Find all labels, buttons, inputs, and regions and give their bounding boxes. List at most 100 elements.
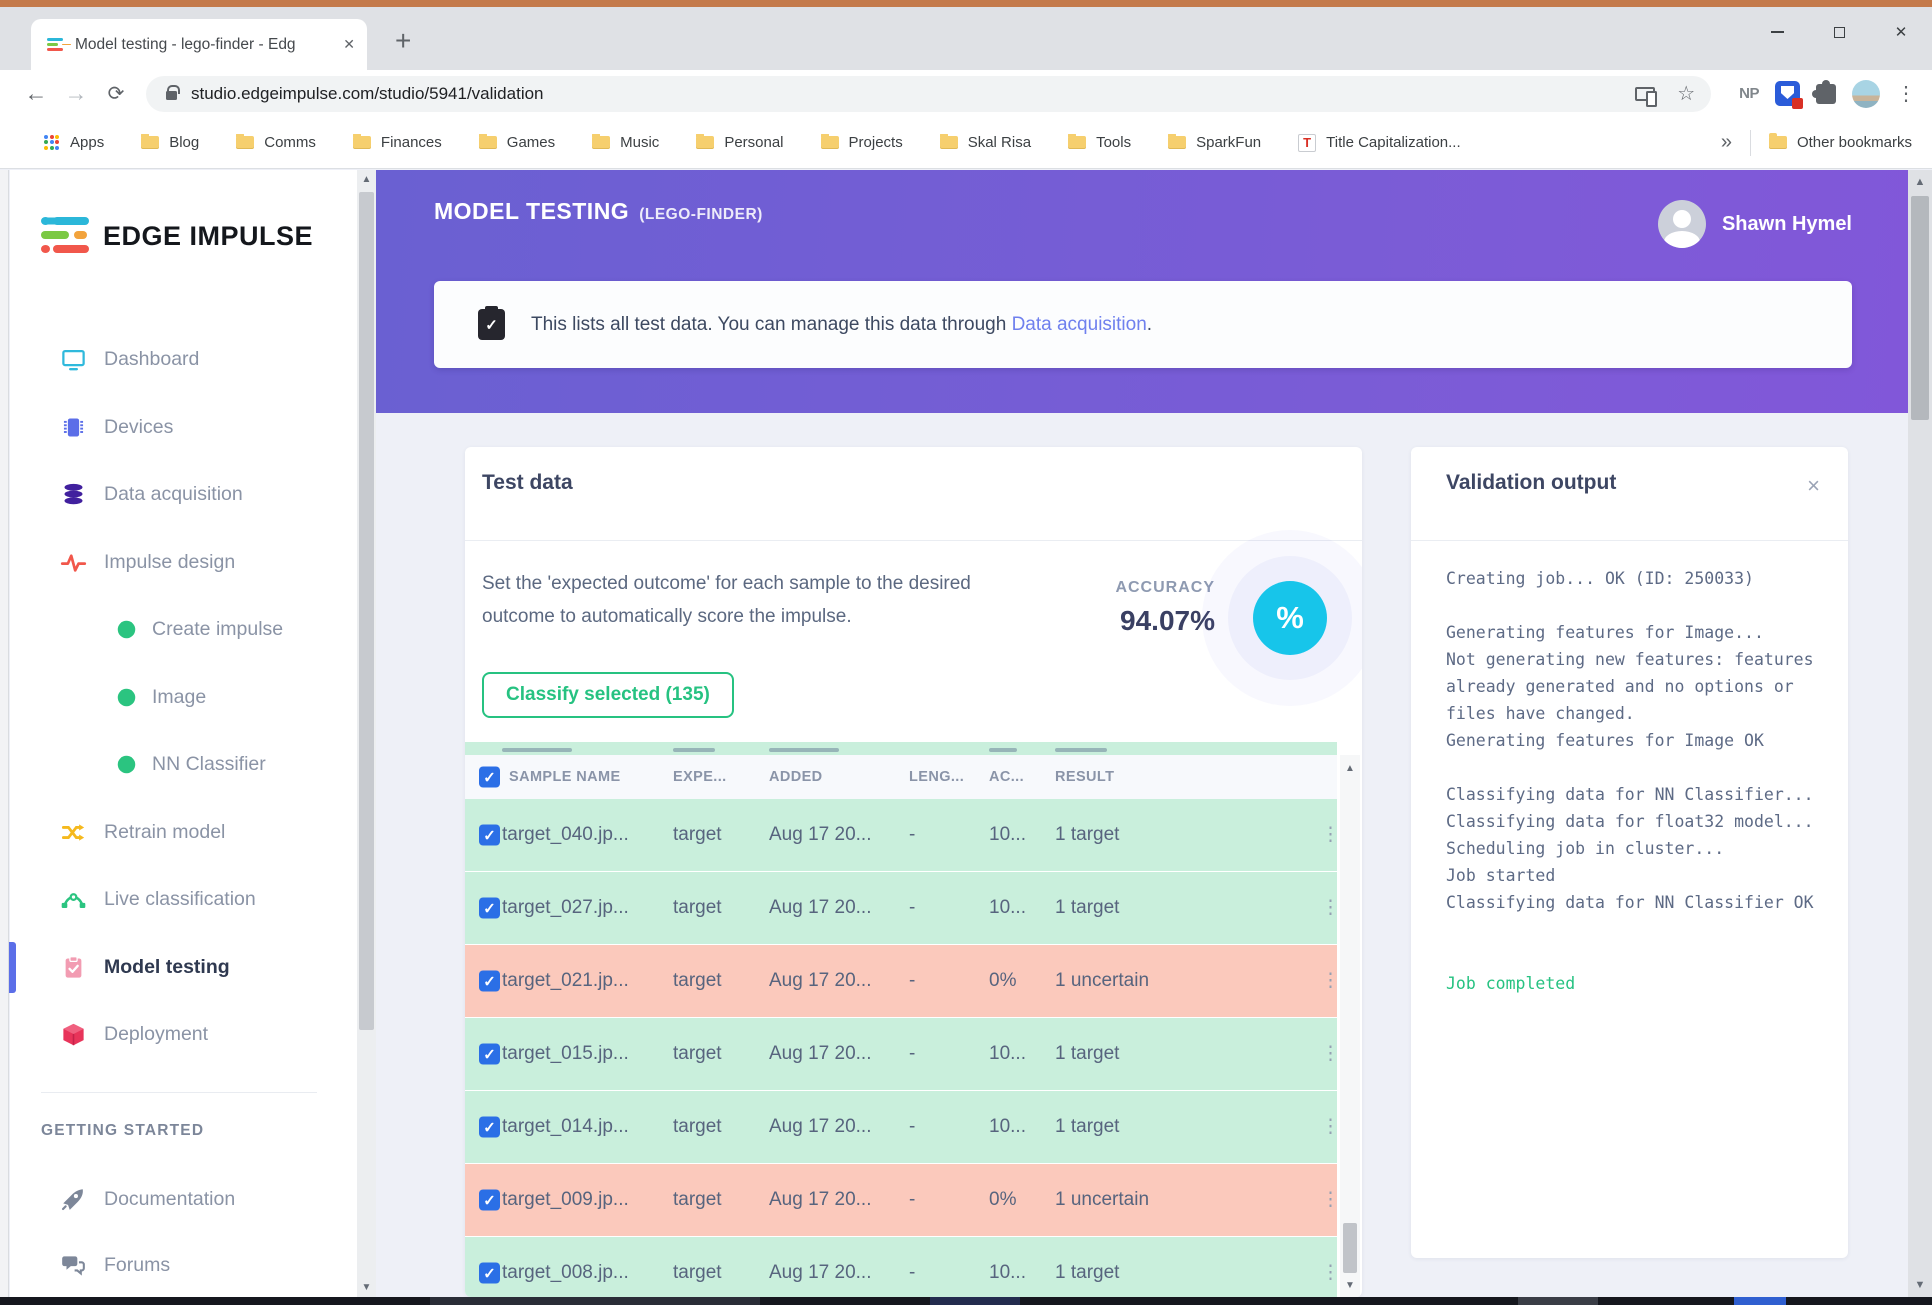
select-all-checkbox[interactable]: ✓ — [479, 766, 500, 788]
new-tab-button[interactable]: + — [395, 25, 411, 57]
row-checkbox[interactable]: ✓ — [479, 1189, 500, 1211]
table-row[interactable]: ✓ target_021.jp... target Aug 17 20... - 0% 1 … — [465, 945, 1340, 1017]
scroll-down-icon[interactable]: ▼ — [357, 1282, 376, 1293]
table-row[interactable]: ✓ target_009.jp... target Aug 17 20... - 0% 1 … — [465, 1164, 1340, 1236]
send-to-device-icon[interactable] — [1635, 86, 1658, 107]
column-expected[interactable]: EXPE... — [673, 769, 727, 785]
lock-icon — [166, 85, 180, 100]
table-row[interactable]: ✓ target_027.jp... target Aug 17 20... - 10..… — [465, 872, 1340, 944]
scroll-up-icon[interactable]: ▲ — [1340, 763, 1360, 774]
scroll-up-icon[interactable]: ▲ — [357, 174, 376, 185]
browser-tab[interactable]: Model testing - lego-finder - Edg ✕ — [31, 19, 367, 70]
table-scrollbar[interactable]: ▲ ▼ — [1340, 755, 1360, 1297]
bookmark-star-icon[interactable]: ☆ — [1677, 81, 1695, 106]
scrollbar-thumb[interactable] — [359, 192, 374, 1030]
cell-expected: target — [673, 1262, 722, 1283]
sidebar-item-impulse-design[interactable]: Impulse design — [10, 529, 357, 597]
sidebar-item-nn-classifier[interactable]: NN Classifier — [10, 731, 357, 799]
bookmark-label: SparkFun — [1196, 134, 1262, 151]
bookmarks-overflow-chevron[interactable]: » — [1721, 131, 1732, 154]
bookmark-comms[interactable]: Comms — [236, 133, 316, 151]
bookmark-sparkfun[interactable]: SparkFun — [1168, 133, 1262, 151]
scrollbar-thumb[interactable] — [1343, 1223, 1357, 1273]
log-line: files have changed. — [1446, 704, 1635, 723]
sidebar-item-create-impulse[interactable]: Create impulse — [10, 596, 357, 664]
column-accuracy[interactable]: AC... — [989, 769, 1024, 785]
minimize-button[interactable] — [1746, 7, 1808, 57]
scroll-down-icon[interactable]: ▼ — [1908, 1279, 1932, 1291]
row-checkbox[interactable]: ✓ — [479, 824, 500, 846]
reload-button[interactable]: ⟳ — [96, 81, 136, 106]
row-menu-icon[interactable]: ⋮ — [1321, 1189, 1341, 1212]
sidebar-item-forums[interactable]: Forums — [10, 1232, 357, 1298]
scroll-down-icon[interactable]: ▼ — [1340, 1280, 1360, 1291]
bookmark-finances[interactable]: Finances — [352, 133, 442, 151]
edge-impulse-logo[interactable]: EDGE IMPULSE — [41, 215, 313, 257]
bookmark-personal[interactable]: Personal — [696, 133, 784, 151]
row-menu-icon[interactable]: ⋮ — [1321, 1116, 1341, 1139]
row-menu-icon[interactable]: ⋮ — [1321, 897, 1341, 920]
chat-icon — [58, 1252, 88, 1278]
tab-title: Model testing - lego-finder - Edg — [75, 35, 296, 53]
table-row[interactable]: ✓ target_008.jp... target Aug 17 20... - 10..… — [465, 1237, 1340, 1297]
classify-selected-button[interactable]: Classify selected (135) — [482, 672, 734, 718]
maximize-button[interactable] — [1808, 7, 1870, 57]
scroll-up-icon[interactable]: ▲ — [1908, 176, 1932, 188]
table-row[interactable]: ✓ target_040.jp... target Aug 17 20... - 10..… — [465, 799, 1340, 871]
table-row[interactable]: ✓ target_015.jp... target Aug 17 20... - 10..… — [465, 1018, 1340, 1090]
bookmark-projects[interactable]: Projects — [820, 133, 903, 151]
row-checkbox[interactable]: ✓ — [479, 1262, 500, 1284]
user-menu[interactable]: Shawn Hymel — [1657, 200, 1852, 248]
tab-close-icon[interactable]: ✕ — [343, 36, 355, 53]
browser-menu-icon[interactable]: ⋮ — [1896, 81, 1916, 106]
extensions-puzzle-icon[interactable] — [1812, 79, 1836, 104]
sidebar-item-dashboard[interactable]: Dashboard — [10, 326, 357, 394]
extension-bitwarden-icon[interactable] — [1775, 81, 1803, 109]
sidebar-item-devices[interactable]: Devices — [10, 394, 357, 462]
close-button[interactable]: ✕ — [1870, 7, 1932, 57]
bookmark-title-capitalization[interactable]: T Title Capitalization... — [1298, 133, 1461, 152]
sidebar-item-label: Impulse design — [104, 550, 236, 573]
row-checkbox[interactable]: ✓ — [479, 1116, 500, 1138]
back-button[interactable]: ← — [16, 80, 56, 107]
bookmark-tools[interactable]: Tools — [1068, 133, 1131, 151]
sidebar-item-image[interactable]: Image — [10, 664, 357, 732]
cell-added: Aug 17 20... — [769, 1043, 872, 1064]
cell-expected: target — [673, 1116, 722, 1137]
close-icon[interactable]: × — [1807, 473, 1820, 499]
row-checkbox[interactable]: ✓ — [479, 1043, 500, 1065]
bookmark-music[interactable]: Music — [592, 133, 659, 151]
column-length[interactable]: LENG... — [909, 769, 964, 785]
data-acquisition-link[interactable]: Data acquisition — [1012, 314, 1147, 335]
page-scrollbar[interactable]: ▲ ▼ — [1908, 170, 1932, 1297]
row-menu-icon[interactable]: ⋮ — [1321, 970, 1341, 993]
sidebar-item-model-testing[interactable]: Model testing — [9, 934, 357, 1002]
row-menu-icon[interactable]: ⋮ — [1321, 1262, 1341, 1285]
extension-np-icon[interactable]: NP — [1739, 85, 1759, 102]
bookmark-skal-risa[interactable]: Skal Risa — [939, 133, 1031, 151]
sidebar-item-data-acquisition[interactable]: Data acquisition — [10, 461, 357, 529]
forward-button[interactable]: → — [56, 80, 96, 107]
sidebar-item-documentation[interactable]: Documentation — [10, 1166, 357, 1232]
sidebar-item-live-classification[interactable]: Live classification — [10, 866, 357, 934]
row-checkbox[interactable]: ✓ — [479, 897, 500, 919]
browser-profile-avatar[interactable] — [1852, 79, 1880, 108]
bookmark-blog[interactable]: Blog — [141, 133, 199, 151]
row-checkbox[interactable]: ✓ — [479, 970, 500, 992]
other-bookmarks[interactable]: Other bookmarks — [1768, 133, 1912, 151]
sidebar-item-retrain-model[interactable]: Retrain model — [10, 799, 357, 867]
row-menu-icon[interactable]: ⋮ — [1321, 1043, 1341, 1066]
bookmark-apps[interactable]: Apps — [44, 134, 104, 151]
job-completed-line: Job completed — [1446, 974, 1576, 993]
column-sample-name[interactable]: SAMPLE NAME — [509, 769, 621, 785]
cell-expected: target — [673, 1043, 722, 1064]
bookmark-games[interactable]: Games — [478, 133, 555, 151]
column-added[interactable]: ADDED — [769, 769, 823, 785]
column-result[interactable]: RESULT — [1055, 769, 1114, 785]
address-bar[interactable]: studio.edgeimpulse.com/studio/5941/valid… — [146, 75, 1712, 112]
scrollbar-thumb[interactable] — [1911, 196, 1929, 420]
table-row[interactable]: ✓ target_014.jp... target Aug 17 20... - 10..… — [465, 1091, 1340, 1163]
row-menu-icon[interactable]: ⋮ — [1321, 824, 1341, 847]
sidebar-scrollbar[interactable]: ▲ ▼ — [357, 170, 376, 1297]
sidebar-item-deployment[interactable]: Deployment — [10, 1001, 357, 1069]
